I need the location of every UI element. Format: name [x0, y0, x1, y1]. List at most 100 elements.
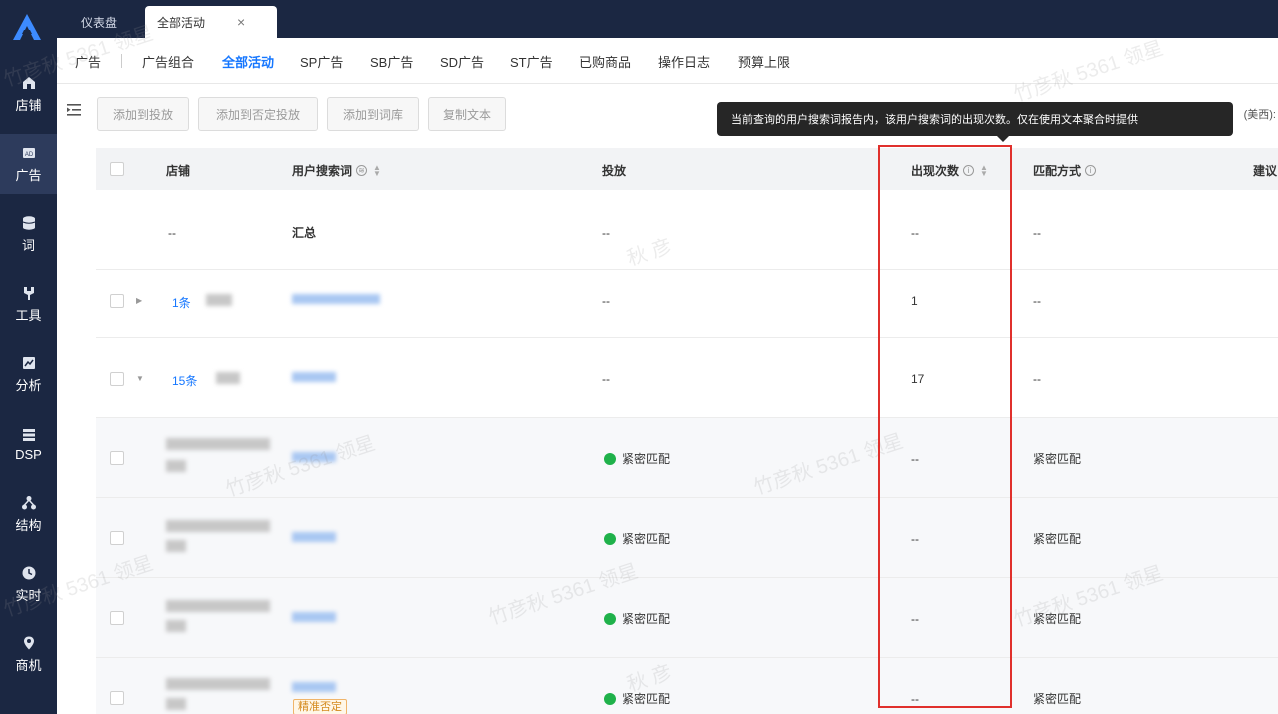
- sub-navigation: 广告 广告组合 全部活动 SP广告 SB广告 SD广告 ST广告 已购商品 操作…: [57, 38, 1278, 84]
- tab-all-campaigns[interactable]: 全部活动 ×: [145, 6, 277, 38]
- top-tab-bar: 仪表盘 全部活动 ×: [57, 0, 1278, 38]
- expand-icon[interactable]: ▶: [136, 296, 142, 305]
- row-checkbox[interactable]: [110, 372, 124, 386]
- targeting-label: 紧密匹配: [622, 692, 671, 706]
- app-logo-icon[interactable]: [10, 12, 44, 42]
- chart-icon: [22, 356, 35, 369]
- group-count[interactable]: 1条: [172, 294, 191, 311]
- nav-st-ads[interactable]: ST广告: [510, 52, 553, 71]
- nav-budget-cap[interactable]: 预算上限: [738, 52, 790, 71]
- header-search-term[interactable]: 用户搜索词 ≋ ▲ ▼: [292, 162, 381, 179]
- summary-store: --: [168, 226, 176, 240]
- redacted-search-term[interactable]: [292, 294, 380, 304]
- redacted-store: [166, 678, 270, 690]
- redacted-search-term[interactable]: [292, 612, 336, 622]
- row-match-type: 紧密匹配: [1033, 532, 1082, 546]
- tab-label: 全部活动: [157, 15, 206, 30]
- row-targeting: --: [602, 294, 610, 308]
- sidebar-item-2[interactable]: 词: [0, 204, 57, 264]
- header-targeting: 投放: [602, 162, 626, 179]
- table-row[interactable]: ▼ 15条 -- 17 --: [96, 338, 1278, 418]
- nav-sb-ads[interactable]: SB广告: [370, 52, 413, 71]
- nav-sp-ads[interactable]: SP广告: [300, 52, 343, 71]
- redacted-store: [166, 460, 186, 472]
- nav-portfolios[interactable]: 广告组合: [142, 52, 194, 71]
- table-header: 店铺 用户搜索词 ≋ ▲ ▼ 投放 出现次数 i ▲ ▼ 匹配方式 i 建议: [96, 148, 1278, 190]
- nav-purchased-products[interactable]: 已购商品: [579, 52, 631, 71]
- svg-text:AD: AD: [24, 152, 33, 158]
- dsp-icon: [22, 428, 35, 441]
- add-to-keyword-library-button[interactable]: 添加到词库: [327, 97, 419, 131]
- sidebar-item-label: 结构: [15, 517, 42, 533]
- nav-all-campaigns[interactable]: 全部活动: [222, 52, 274, 71]
- row-targeting: 紧密匹配: [604, 610, 670, 627]
- targeting-label: 紧密匹配: [622, 452, 671, 466]
- redacted-search-term[interactable]: [292, 532, 336, 542]
- row-targeting: 紧密匹配: [604, 690, 670, 707]
- row-checkbox[interactable]: [110, 691, 124, 705]
- add-to-targeting-button[interactable]: 添加到投放: [97, 97, 189, 131]
- collapse-sidebar-icon[interactable]: [67, 104, 81, 116]
- group-count[interactable]: 15条: [172, 372, 197, 389]
- targeting-label: 紧密匹配: [622, 532, 671, 546]
- header-label: 投放: [602, 164, 627, 178]
- redacted-search-term[interactable]: [292, 682, 336, 692]
- status-dot: [604, 613, 616, 625]
- summary-row: -- 汇总 -- -- --: [96, 190, 1278, 270]
- row-checkbox[interactable]: [110, 531, 124, 545]
- aggregate-icon[interactable]: ≋: [356, 165, 368, 176]
- redacted-store: [206, 294, 232, 306]
- table-row[interactable]: 紧密匹配 -- 紧密匹配: [96, 578, 1278, 658]
- sidebar-item-4[interactable]: 分析: [0, 344, 57, 404]
- row-checkbox[interactable]: [110, 611, 124, 625]
- nav-ads[interactable]: 广告: [75, 52, 101, 71]
- copy-text-button[interactable]: 复制文本: [428, 97, 506, 131]
- negative-exact-tag: 精准否定: [293, 699, 347, 714]
- tool-icon: [23, 286, 34, 300]
- row-match-type: 紧密匹配: [1033, 612, 1082, 626]
- sort-icon[interactable]: ▲ ▼: [373, 163, 381, 177]
- table-row[interactable]: 精准否定 紧密匹配 -- 紧密匹配: [96, 658, 1278, 714]
- header-label: 店铺: [166, 164, 191, 178]
- add-to-negative-targeting-button[interactable]: 添加到否定投放: [198, 97, 318, 131]
- redacted-store: [216, 372, 240, 384]
- sidebar-item-label: 词: [21, 237, 35, 253]
- row-checkbox[interactable]: [110, 294, 124, 308]
- select-all-checkbox[interactable]: [110, 162, 124, 176]
- ad-icon: AD: [22, 147, 35, 158]
- sidebar-item-label: 商机: [15, 657, 42, 673]
- occurrences-highlight-box: [878, 145, 1012, 708]
- table-row[interactable]: 紧密匹配 -- 紧密匹配: [96, 418, 1278, 498]
- table-row[interactable]: 紧密匹配 -- 紧密匹配: [96, 498, 1278, 578]
- sidebar-item-1[interactable]: AD 广告: [0, 134, 57, 194]
- nav-sd-ads[interactable]: SD广告: [440, 52, 484, 71]
- row-match-type: 紧密匹配: [1033, 692, 1082, 706]
- sidebar-item-0[interactable]: 店铺: [0, 64, 57, 124]
- row-match-type: --: [1033, 372, 1041, 386]
- header-match-type: 匹配方式 i: [1033, 162, 1097, 179]
- collapse-icon[interactable]: ▼: [136, 374, 144, 383]
- tab-dashboard[interactable]: 仪表盘: [69, 6, 129, 38]
- redacted-store: [166, 520, 270, 532]
- sidebar-item-7[interactable]: 实时: [0, 554, 57, 614]
- targeting-label: 紧密匹配: [622, 612, 671, 626]
- nav-operation-log[interactable]: 操作日志: [658, 52, 710, 71]
- tooltip-text: 当前查询的用户搜索词报告内，该用户搜索词的出现次数。仅在使用文本聚合时提供: [731, 114, 1138, 126]
- sidebar-item-6[interactable]: 结构: [0, 484, 57, 544]
- sidebar-item-3[interactable]: 工具: [0, 274, 57, 334]
- sidebar-item-5[interactable]: DSP: [0, 414, 57, 474]
- header-label: 匹配方式: [1033, 164, 1082, 178]
- header-label: 建议: [1253, 164, 1278, 178]
- table-row[interactable]: ▶ 1条 -- 1 --: [96, 270, 1278, 338]
- location-icon: [23, 636, 34, 649]
- redacted-search-term[interactable]: [292, 372, 336, 382]
- redacted-search-term[interactable]: [292, 452, 336, 462]
- sidebar-item-label: 店铺: [15, 97, 42, 113]
- row-checkbox[interactable]: [110, 451, 124, 465]
- redacted-store: [166, 540, 186, 552]
- sidebar-item-8[interactable]: 商机: [0, 624, 57, 684]
- info-icon[interactable]: i: [1085, 165, 1097, 176]
- status-dot: [604, 693, 616, 705]
- redacted-store: [166, 438, 270, 450]
- close-icon[interactable]: ×: [237, 14, 245, 30]
